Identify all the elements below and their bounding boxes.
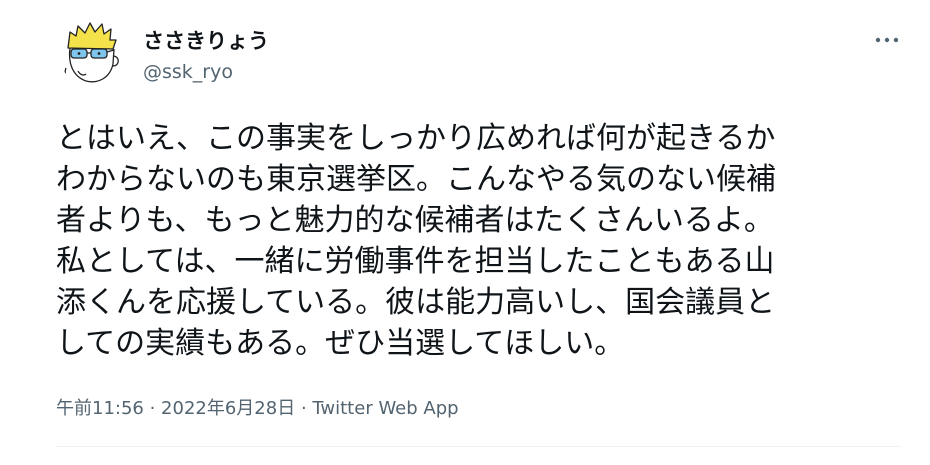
tweet-text: とはいえ、この事実をしっかり広めれば何が起きるか わからないのも東京選挙区。こん… <box>56 118 901 364</box>
author-handle[interactable]: @ssk_ryo <box>143 60 233 84</box>
tweet-text-line: しての実績もある。ぜひ当選してほしい。 <box>56 326 625 361</box>
tweet-text-line: 私としては、一緒に労働事件を担当したこともある山 <box>56 244 775 279</box>
meta-separator: · <box>143 398 162 419</box>
tweet-metadata: 午前11:56 · 2022年6月28日 · Twitter Web App <box>56 397 459 421</box>
tweet-card: ささきりょう @ssk_ryo とはいえ、この事実をしっかり広めれば何が起きるか… <box>0 0 930 465</box>
more-options-button[interactable] <box>868 26 906 54</box>
divider <box>56 446 901 447</box>
tweet-source-link[interactable]: Twitter Web App <box>312 398 458 419</box>
tweet-text-line: とはいえ、この事実をしっかり広めれば何が起きるか <box>56 121 776 156</box>
avatar[interactable] <box>58 18 126 86</box>
tweet-text-line: 者よりも、もっと魅力的な候補者はたくさんいるよ。 <box>56 203 774 238</box>
meta-separator: · <box>295 398 313 419</box>
more-horizontal-icon <box>875 37 899 43</box>
tweet-date-link[interactable]: 2022年6月28日 <box>161 398 295 419</box>
author-display-name[interactable]: ささきりょう <box>143 28 269 54</box>
avatar-illustration-icon <box>64 22 119 83</box>
tweet-time-link[interactable]: 午前11:56 <box>56 398 144 419</box>
tweet-text-line: わからないのも東京選挙区。こんなやる気のない候補 <box>56 162 776 197</box>
tweet-text-line: 添くんを応援している。彼は能力高いし、国会議員と <box>56 285 776 320</box>
